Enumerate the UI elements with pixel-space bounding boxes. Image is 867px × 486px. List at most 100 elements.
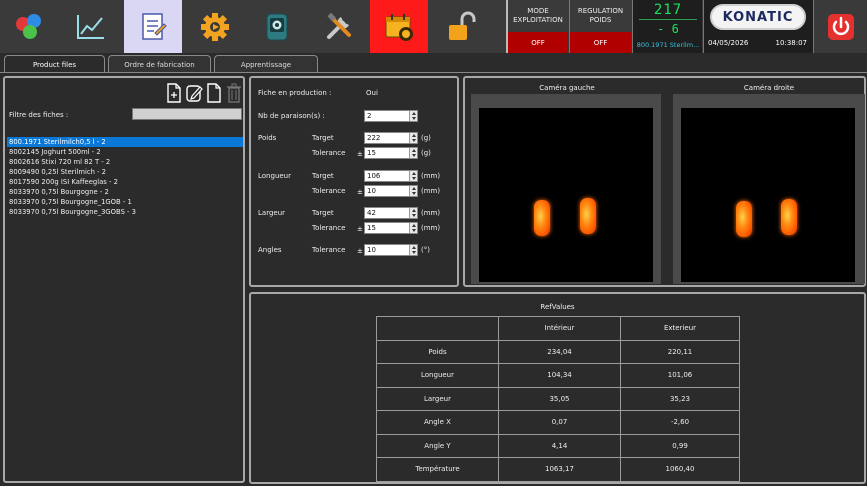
table-row: Température 1063,17 1060,40 [376,457,740,482]
report-icon [142,12,167,40]
stepper-arrows[interactable] [409,186,417,196]
table-cell: 1063,17 [498,457,621,482]
camera-icon [266,13,288,40]
list-item[interactable]: 800.1971 Sterilmilch0,5 l - 2 [7,137,243,147]
parison-blob [781,199,797,235]
list-item[interactable]: 8002616 Stixi 720 ml 82 T - 2 [7,157,243,167]
largeur-label: Largeur [258,209,286,217]
longueur-target-stepper[interactable]: 106 [364,170,418,182]
paraison-stepper[interactable]: 2 [364,110,418,122]
regulation-poids-toggle[interactable]: REGULATION POIDS OFF [569,0,631,53]
longueur-target-unit: (mm) [421,172,441,180]
alarm-button[interactable] [370,0,428,53]
edit-file-button[interactable] [185,83,203,103]
tab-apprentissage[interactable]: Apprentissage [214,55,318,73]
poids-tolerance-value: 15 [367,149,376,157]
file-icon [207,83,221,103]
table-cell: 101,06 [620,363,740,388]
copy-file-button[interactable] [205,83,223,103]
table-cell: -2,60 [620,410,740,435]
longueur-target-value: 106 [367,172,381,180]
list-item[interactable]: 8017590 200g ISI Kaffeeglas - 2 [7,177,243,187]
camera-right-image [681,108,855,282]
table-cell: Largeur [376,386,499,411]
table-row: Largeur 35,05 35,23 [376,386,740,411]
largeur-target-stepper[interactable]: 42 [364,207,418,219]
refvalues-title: RefValues [540,303,575,311]
poids-tolerance-label: Tolerance [312,149,346,157]
angles-tolerance-unit: (°) [421,246,430,254]
new-file-icon [167,83,181,103]
stepper-arrows[interactable] [409,133,417,143]
table-header-row: Intérieur Exterieur [376,316,740,341]
longueur-tolerance-stepper[interactable]: 10 [364,185,418,197]
angles-tolerance-label: Tolerance [312,246,346,254]
stepper-arrows[interactable] [409,111,417,121]
statistics-button[interactable] [62,0,120,53]
lock-button[interactable] [432,0,490,53]
tab-bar: Product files Ordre de fabrication Appre… [0,55,867,73]
poids-target-label: Target [312,134,334,142]
tab-ordre-de-fabrication[interactable]: Ordre de fabrication [108,55,211,73]
refvalues-panel: RefValues Intérieur Exterieur Poids 234,… [249,292,866,484]
production-counter: 217 - 6 800.1971 Sterilm... [632,0,702,53]
product-files-button[interactable] [124,0,182,53]
largeur-tolerance-label: Tolerance [312,224,346,232]
poids-tolerance-stepper[interactable]: 15 [364,147,418,159]
mode-exploitation-toggle[interactable]: MODE EXPLOITATION OFF [506,0,568,53]
list-item[interactable]: 8033970 0,75l Bourgogne_1GOB - 1 [7,197,243,207]
table-header-cell: Intérieur [498,316,621,341]
settings-button[interactable] [186,0,244,53]
gear-icon [201,12,229,41]
trash-icon [227,83,241,103]
table-cell: Longueur [376,363,499,388]
paraison-value: 2 [367,112,372,120]
camera-right-title: Caméra droite [743,84,795,92]
delete-file-button[interactable] [225,83,243,103]
dots-button[interactable] [0,0,58,53]
parison-blob [736,201,752,237]
poids-tolerance-unit: (g) [421,149,431,157]
table-cell: 0,07 [498,410,621,435]
product-files-panel: Filtre des fiches : 800.1971 Sterilmilch… [3,76,245,483]
stepper-arrows[interactable] [409,171,417,181]
stepper-arrows[interactable] [409,245,417,255]
longueur-tolerance-unit: (mm) [421,187,441,195]
longueur-tolerance-value: 10 [367,187,376,195]
list-item[interactable]: 8009490 0,25l Sterilmich - 2 [7,167,243,177]
parameters-panel: Fiche en production : Oui Nb de paraison… [249,76,459,287]
table-cell: 234,04 [498,339,621,364]
filter-input[interactable] [132,108,242,120]
largeur-tolerance-stepper[interactable]: 15 [364,222,418,234]
table-cell: Angle Y [376,433,499,458]
longueur-label: Longueur [258,172,291,180]
stepper-arrows[interactable] [409,148,417,158]
brand-area: KONATIC 04/05/2026 10:38:07 [703,0,813,53]
camera-button[interactable] [248,0,306,53]
largeur-target-unit: (mm) [421,209,441,217]
table-row: Poids 234,04 220,11 [376,339,740,364]
angles-tolerance-stepper[interactable]: 10 [364,244,418,256]
regulation-poids-value: OFF [570,32,631,53]
camera-left-title: Caméra gauche [539,84,595,92]
tools-button[interactable] [310,0,368,53]
list-item[interactable]: 8002145 Joghurt 500ml - 2 [7,147,243,157]
refvalues-table: Intérieur Exterieur Poids 234,04 220,11 … [376,316,740,482]
angles-label: Angles [258,246,282,254]
tools-icon [327,12,351,39]
alarm-calendar-icon [385,13,413,41]
stepper-arrows[interactable] [409,223,417,233]
tab-product-files[interactable]: Product files [4,55,105,73]
power-button[interactable] [813,0,867,53]
longueur-target-label: Target [312,172,334,180]
mode-exploitation-value: OFF [508,32,568,53]
table-cell: 104,34 [498,363,621,388]
list-item[interactable]: 8033970 0,75l Bourgogne_3GOBS - 3 [7,207,243,217]
poids-target-stepper[interactable]: 222 [364,132,418,144]
table-cell: 35,05 [498,386,621,411]
list-item[interactable]: 8033970 0,75l Bourgogne - 2 [7,187,243,197]
stepper-arrows[interactable] [409,208,417,218]
table-cell: 1060,40 [620,457,740,482]
new-file-button[interactable] [165,83,183,103]
counter-reference: 800.1971 Sterilm... [636,41,700,49]
